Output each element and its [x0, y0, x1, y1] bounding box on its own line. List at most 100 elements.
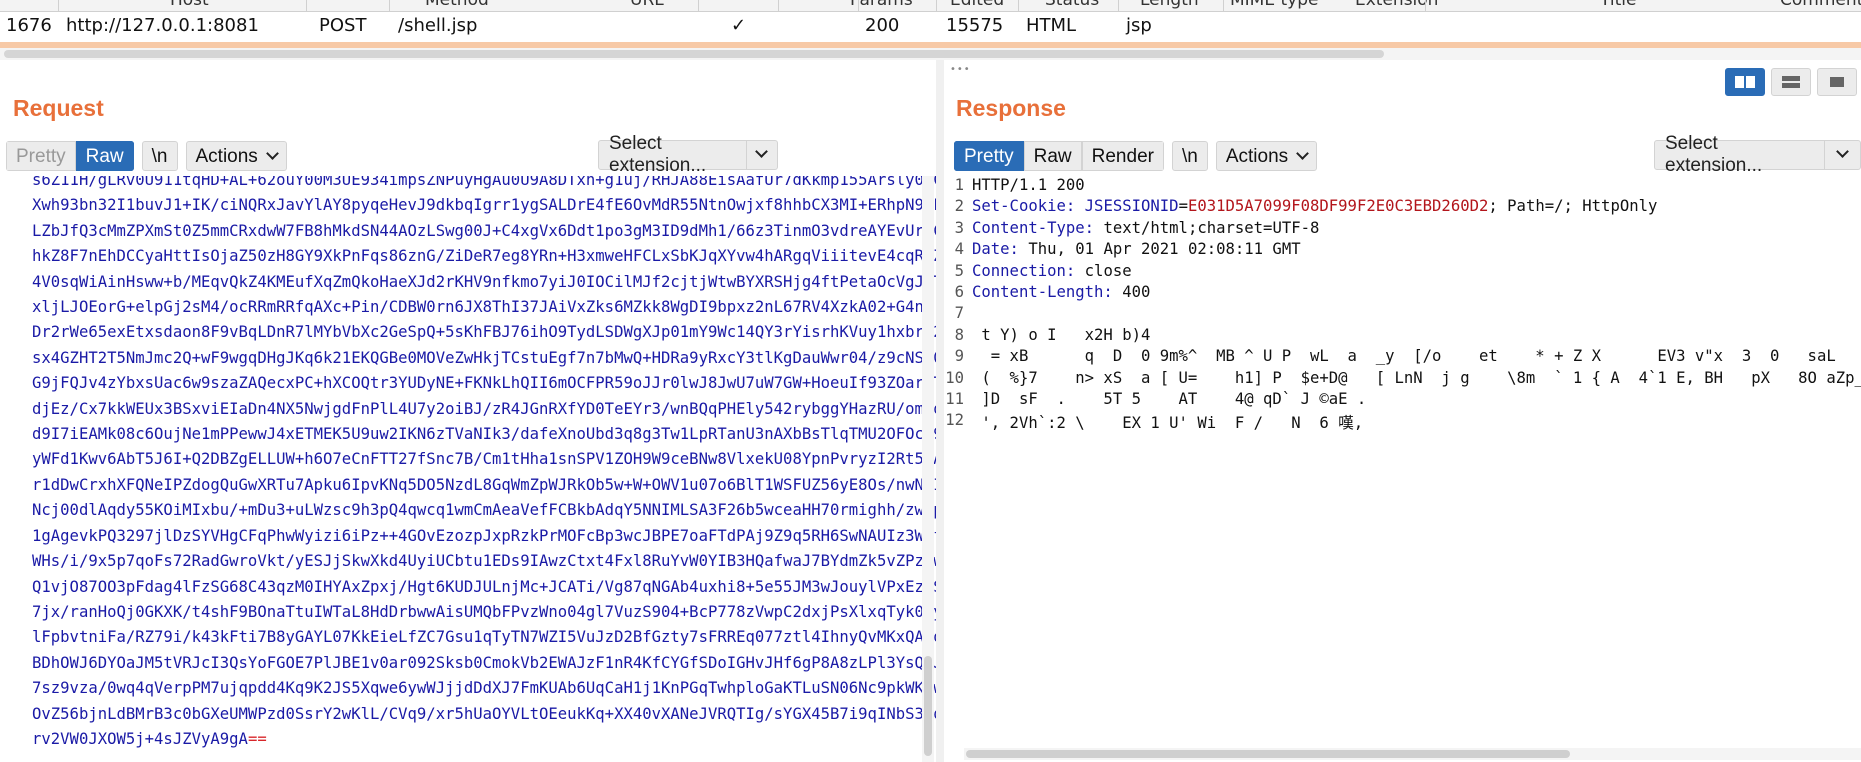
response-line: Date: Thu, 01 Apr 2021 02:08:11 GMT [972, 240, 1301, 259]
response-toolbar: Pretty Raw Render \n Actions [954, 140, 1318, 172]
request-body-line: yWFd1Kwv6AbT5J6I+Q2DBZgELLUW+h6O7eCnFTT2… [32, 450, 936, 469]
response-select-extension[interactable]: Select extension... [1654, 133, 1861, 176]
base64-padding: == [247, 729, 267, 748]
request-body-line: lFpbvtniFa/RZ79i/k43kFti7B8yGAYL07KkEieL… [32, 628, 936, 647]
response-line: ', 2Vh`:2 \ EX 1 U' Wi F / N 6 嘆, [972, 414, 1364, 433]
layout-switcher [1725, 68, 1857, 96]
request-body-text[interactable]: s6Z11H/gLRv0U911tqHD+AL+62ouY00M3UE934im… [32, 176, 936, 752]
request-body-line: 4V0sqWiAinHsww+b/MEqvQkZ4KMEufXqZmQkoHae… [32, 272, 936, 291]
layout-side-by-side-button[interactable] [1725, 68, 1765, 96]
col-params[interactable]: Params [850, 0, 913, 10]
chevron-down-icon[interactable] [1823, 141, 1860, 169]
request-body-line: rv2VW0JXOW5j+4sJZVyA9gA== [32, 729, 267, 748]
rows-icon [1782, 76, 1800, 88]
cookie-value: E031D5A7099F08DF99F2E0C3EBD260D2 [1187, 197, 1489, 216]
col-status[interactable]: Status [1045, 0, 1099, 10]
scrollbar-thumb[interactable] [966, 750, 1570, 758]
cell-id: 1676 [6, 15, 52, 36]
request-body-line: LZbJfQ3cMmZPXmSt0Z5mmCRxdwW7FB8hMkdSN44A… [32, 221, 936, 240]
chevron-down-icon[interactable] [745, 141, 777, 169]
col-comment[interactable]: Comment [1780, 0, 1861, 10]
single-pane-icon [1830, 77, 1844, 87]
col-url[interactable]: URL [630, 0, 664, 10]
line-number: 1 [954, 176, 964, 194]
request-vertical-scrollbar[interactable] [922, 176, 934, 762]
cell-url: /shell.jsp [398, 15, 478, 36]
response-tab-render[interactable]: Render [1081, 141, 1164, 171]
request-body-line: Dr2rWe65exEtxsdaon8F9vBqLDnR7lMYbVbXc2Ge… [32, 323, 936, 342]
request-editor[interactable]: s6Z11H/gLRv0U911tqHD+AL+62ouY00M3UE934im… [0, 176, 936, 762]
response-line: t Y) o I x2H b)4 [972, 325, 1151, 344]
request-body-line: WHs/i/9x5p7qoFs72RadGwroVkt/yESJjSkwXkd4… [32, 552, 936, 571]
line-number: 9 [954, 347, 964, 366]
response-line: HTTP/1.1 200 [972, 176, 1085, 194]
line-number: 12 [945, 411, 964, 430]
header-name: Connection: [972, 261, 1076, 280]
response-line: = xB q D 0 9m%^ MB ^ U P wL a _y [/o et … [972, 347, 1836, 366]
scrollbar-thumb[interactable] [924, 656, 932, 756]
response-line: ( %}7 n> xS a [ U= h1] P $e+D@ [ LnN j g… [972, 368, 1861, 387]
col-length[interactable]: Length [1140, 0, 1199, 10]
line-number: 10 [945, 368, 964, 387]
header-name: Content-Type: [972, 218, 1095, 237]
line-number: 8 [954, 325, 964, 344]
request-body-line: d9I7iEAMk08c6OujNe1mPPewwJ4xETMEK5U9uw2I… [32, 425, 936, 444]
cell-method: POST [319, 15, 367, 36]
cell-host: http://127.0.0.1:8081 [66, 15, 259, 36]
request-toolbar: Pretty Raw \n Actions [6, 140, 287, 172]
request-newline-toggle[interactable]: \n [141, 141, 178, 171]
response-actions-button[interactable]: Actions [1215, 141, 1318, 171]
request-body-line: G9jFQJv4zYbxsUac6w9szaZAQecxPC+hXCOQtr3Y… [32, 374, 936, 393]
columns-icon [1735, 76, 1755, 88]
chevron-down-icon [265, 147, 279, 160]
response-tab-pretty[interactable]: Pretty [954, 141, 1024, 171]
cookie-name: JSESSIONID [1084, 197, 1179, 216]
request-body-line: 7sz9vza/0wq4qVerpPM7ujqpdd4Kq9K2JS5Xqwe6… [32, 679, 936, 698]
table-horizontal-scrollbar[interactable] [0, 48, 1861, 60]
request-body-line: xljLJOEorG+elpGj2sM4/ocRRmRRfqAXc+Pin/CD… [32, 298, 934, 317]
response-line: Content-Type: text/html;charset=UTF-8 [972, 218, 1320, 237]
layout-stacked-button[interactable] [1771, 68, 1811, 96]
response-actions-label: Actions [1225, 146, 1289, 167]
col-host[interactable]: Host [170, 0, 209, 10]
request-tab-pretty[interactable]: Pretty [6, 141, 76, 171]
chevron-down-icon [1296, 147, 1310, 160]
response-select-extension-label: Select extension... [1665, 133, 1763, 176]
line-number: 7 [954, 304, 964, 323]
table-header: Host Method URL Params Edited Status Len… [0, 0, 1861, 12]
col-edited[interactable]: Edited [950, 0, 1004, 10]
request-body-line: sx4GZHT2T5NmJmc2Q+wF9wgqDHgJKq6k21EKQGBe… [32, 348, 936, 367]
response-line: ]D sF . 5T 5 AT 4@ qD` J ©aE . [972, 390, 1367, 408]
response-editor[interactable]: 1 HTTP/1.1 200 2 Set-Cookie: JSESSIONID=E03… [944, 176, 1861, 762]
col-mime[interactable]: MIME type [1230, 0, 1318, 10]
request-actions-label: Actions [195, 146, 258, 167]
request-actions-button[interactable]: Actions [185, 141, 287, 171]
request-body-line: Ncj00dlAqdy55KOiMIxbu/+mDu3+uLWzsc9h3pQ4… [32, 501, 936, 520]
response-view-tabs: Pretty Raw Render [954, 141, 1164, 171]
request-view-tabs: Pretty Raw [6, 141, 134, 171]
col-title[interactable]: Title [1600, 0, 1636, 10]
pane-splitter[interactable] [936, 60, 944, 762]
header-name: Date: [972, 240, 1019, 259]
request-select-extension[interactable]: Select extension... [598, 133, 778, 176]
layout-tabs-button[interactable] [1817, 68, 1857, 96]
request-title: Request [13, 95, 104, 121]
scrollbar-thumb[interactable] [4, 50, 1384, 58]
line-number: 5 [954, 261, 964, 280]
cell-params-check: ✓ [731, 15, 747, 36]
request-body-line: BDhOWJ6DYOaJM5tVRJcI3QsYoFGOE7PlJBE1v0ar… [32, 653, 936, 672]
response-horizontal-scrollbar[interactable] [964, 748, 1861, 760]
request-tab-raw[interactable]: Raw [75, 141, 134, 171]
response-pane: Response Pretty Raw Render \n Actions Se… [944, 60, 1861, 762]
request-body-line: Q1vjO87OO3pFdag4lFzSG68C43qzM0IHYAxZpxj/… [32, 577, 936, 596]
header-name: Set-Cookie: [972, 197, 1076, 216]
header-name: Content-Length: [972, 283, 1113, 301]
response-tab-raw[interactable]: Raw [1023, 141, 1082, 171]
line-number: 3 [954, 218, 964, 237]
col-method[interactable]: Method [425, 0, 489, 10]
table-row[interactable]: 1676 http://127.0.0.1:8081 POST /shell.j… [0, 12, 1861, 42]
request-body-line: s6Z11H/gLRv0U911tqHD+AL+62ouY00M3UE934im… [32, 176, 936, 189]
cell-length: 15575 [946, 15, 1004, 36]
response-newline-toggle[interactable]: \n [1171, 141, 1208, 171]
response-title: Response [956, 95, 1066, 121]
